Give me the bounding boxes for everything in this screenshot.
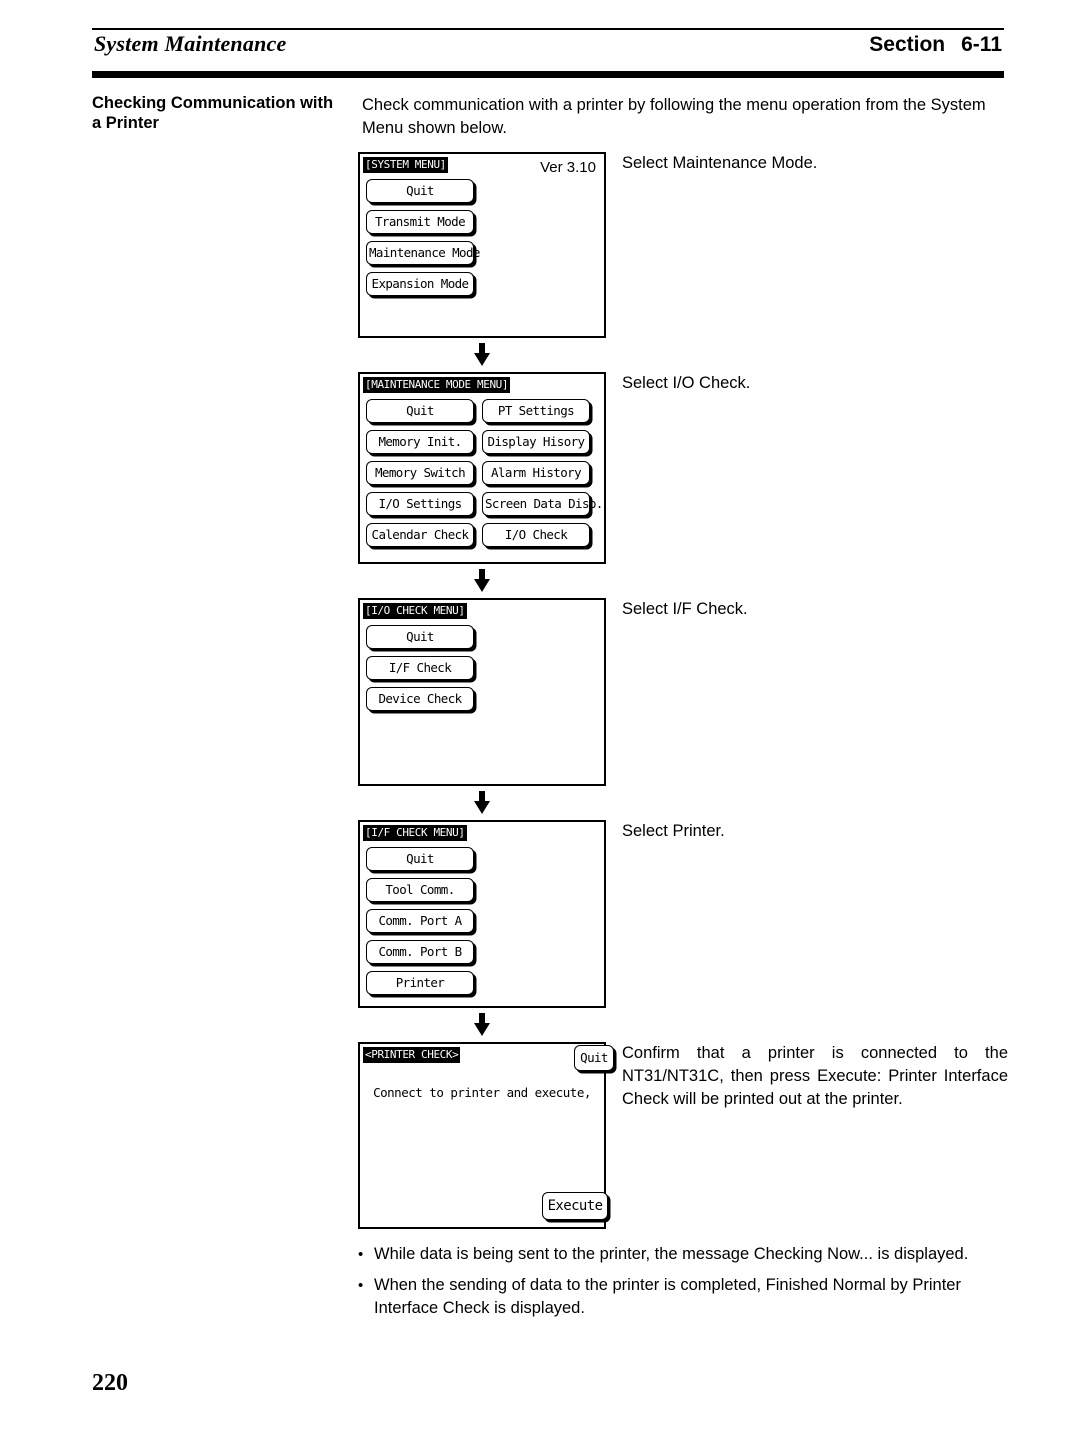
bullet-icon: •: [358, 1277, 364, 1294]
flow-arrow-3: [358, 786, 606, 820]
pt-button-io-settings[interactable]: I/O Settings: [366, 492, 474, 516]
list-item: • When the sending of data to the printe…: [358, 1274, 1006, 1320]
flow-step-if-check-menu: [I/F CHECK MENU] Quit Tool Comm. Comm. P…: [358, 820, 1008, 1042]
pt-button-printer[interactable]: Printer: [366, 971, 474, 995]
pt-button-quit[interactable]: Quit: [366, 625, 474, 649]
flow-arrow-1: [358, 338, 606, 372]
page-title: System Maintenance: [94, 31, 287, 56]
pt-button-quit[interactable]: Quit: [366, 847, 474, 871]
pt-screen-printer-check: <PRINTER CHECK> Quit Connect to printer …: [358, 1042, 614, 1229]
section-reference: Section 6-11: [869, 33, 1002, 57]
version-label: Ver 3.10: [540, 159, 596, 176]
intro-paragraph: Check communication with a printer by fo…: [362, 96, 986, 137]
panel-title: [SYSTEM MENU]: [363, 157, 448, 173]
arrow-down-icon: [474, 791, 490, 815]
flow-step-maintenance-mode-menu: [MAINTENANCE MODE MENU] Quit Memory Init…: [358, 372, 1008, 598]
button-column: Quit Tool Comm. Comm. Port A Comm. Port …: [366, 847, 474, 998]
pt-button-execute[interactable]: Execute: [542, 1192, 608, 1220]
flow-step-system-menu: [SYSTEM MENU] Ver 3.10 Quit Transmit Mod…: [358, 152, 1008, 372]
pt-screen-system-menu: [SYSTEM MENU] Ver 3.10 Quit Transmit Mod…: [358, 152, 606, 338]
page-header: System Maintenance Section 6-11: [92, 28, 1004, 78]
step-caption-2: Select I/O Check.: [622, 374, 751, 392]
step-caption-1: Select Maintenance Mode.: [622, 154, 818, 172]
button-column-right: PT Settings Display Hisory Alarm History…: [482, 399, 603, 550]
panel-title: [I/F CHECK MENU]: [363, 825, 467, 841]
step-caption-3: Select I/F Check.: [622, 600, 748, 618]
pt-button-comm-port-b[interactable]: Comm. Port B: [366, 940, 474, 964]
panel-title: [I/O CHECK MENU]: [363, 603, 467, 619]
flow-arrow-2: [358, 564, 606, 598]
page-number: 220: [92, 1370, 128, 1396]
pt-button-screen-data-disp[interactable]: Screen Data Disp.: [482, 492, 603, 516]
pt-button-device-check[interactable]: Device Check: [366, 687, 474, 711]
section-number: 6-11: [961, 33, 1002, 56]
pt-button-quit[interactable]: Quit: [574, 1045, 614, 1071]
pt-button-display-history[interactable]: Display Hisory: [482, 430, 590, 454]
panel-title: <PRINTER CHECK>: [363, 1047, 461, 1063]
list-item-text: When the sending of data to the printer …: [374, 1276, 961, 1317]
pt-screen-if-check-menu: [I/F CHECK MENU] Quit Tool Comm. Comm. P…: [358, 820, 606, 1008]
flow-step-io-check-menu: [I/O CHECK MENU] Quit I/F Check Device C…: [358, 598, 1008, 820]
pt-button-calendar-check[interactable]: Calendar Check: [366, 523, 474, 547]
pt-button-alarm-history[interactable]: Alarm History: [482, 461, 590, 485]
button-column: Quit I/F Check Device Check: [366, 625, 474, 714]
pt-button-maintenance-mode[interactable]: Maintenance Mode: [366, 241, 480, 265]
pt-screen-io-check-menu: [I/O CHECK MENU] Quit I/F Check Device C…: [358, 598, 606, 786]
pt-button-expansion-mode[interactable]: Expansion Mode: [366, 272, 474, 296]
pt-screen-maintenance-mode-menu: [MAINTENANCE MODE MENU] Quit Memory Init…: [358, 372, 606, 564]
section-heading: Checking Communication with a Printer: [92, 94, 334, 132]
printer-check-message: Connect to printer and execute,: [373, 1085, 591, 1100]
document-page: System Maintenance Section 6-11 Checking…: [0, 0, 1080, 1435]
section-label: Section: [869, 33, 946, 56]
list-item-text: While data is being sent to the printer,…: [374, 1245, 969, 1263]
pt-button-comm-port-a[interactable]: Comm. Port A: [366, 909, 474, 933]
pt-button-tool-comm[interactable]: Tool Comm.: [366, 878, 474, 902]
step-caption-5: Confirm that a printer is connected to t…: [622, 1044, 1008, 1108]
menu-operation-flow: [SYSTEM MENU] Ver 3.10 Quit Transmit Mod…: [358, 152, 1008, 1229]
button-column: Quit Transmit Mode Maintenance Mode Expa…: [366, 179, 480, 299]
step-caption-4: Select Printer.: [622, 822, 725, 840]
pt-button-io-check[interactable]: I/O Check: [482, 523, 590, 547]
pt-button-quit[interactable]: Quit: [366, 179, 474, 203]
pt-button-quit[interactable]: Quit: [366, 399, 474, 423]
arrow-down-icon: [474, 569, 490, 593]
arrow-down-icon: [474, 1013, 490, 1037]
flow-step-printer-check: <PRINTER CHECK> Quit Connect to printer …: [358, 1042, 1008, 1229]
pt-button-memory-switch[interactable]: Memory Switch: [366, 461, 474, 485]
pt-button-if-check[interactable]: I/F Check: [366, 656, 474, 680]
arrow-down-icon: [474, 343, 490, 367]
bullet-icon: •: [358, 1246, 364, 1263]
header-rule-bottom: [92, 71, 1004, 78]
flow-arrow-4: [358, 1008, 606, 1042]
list-item: • While data is being sent to the printe…: [358, 1243, 1006, 1266]
button-column-left: Quit Memory Init. Memory Switch I/O Sett…: [366, 399, 474, 550]
pt-button-memory-init[interactable]: Memory Init.: [366, 430, 474, 454]
notes-list: • While data is being sent to the printe…: [358, 1243, 1006, 1328]
pt-button-transmit-mode[interactable]: Transmit Mode: [366, 210, 474, 234]
pt-button-pt-settings[interactable]: PT Settings: [482, 399, 590, 423]
panel-title: [MAINTENANCE MODE MENU]: [363, 377, 511, 393]
